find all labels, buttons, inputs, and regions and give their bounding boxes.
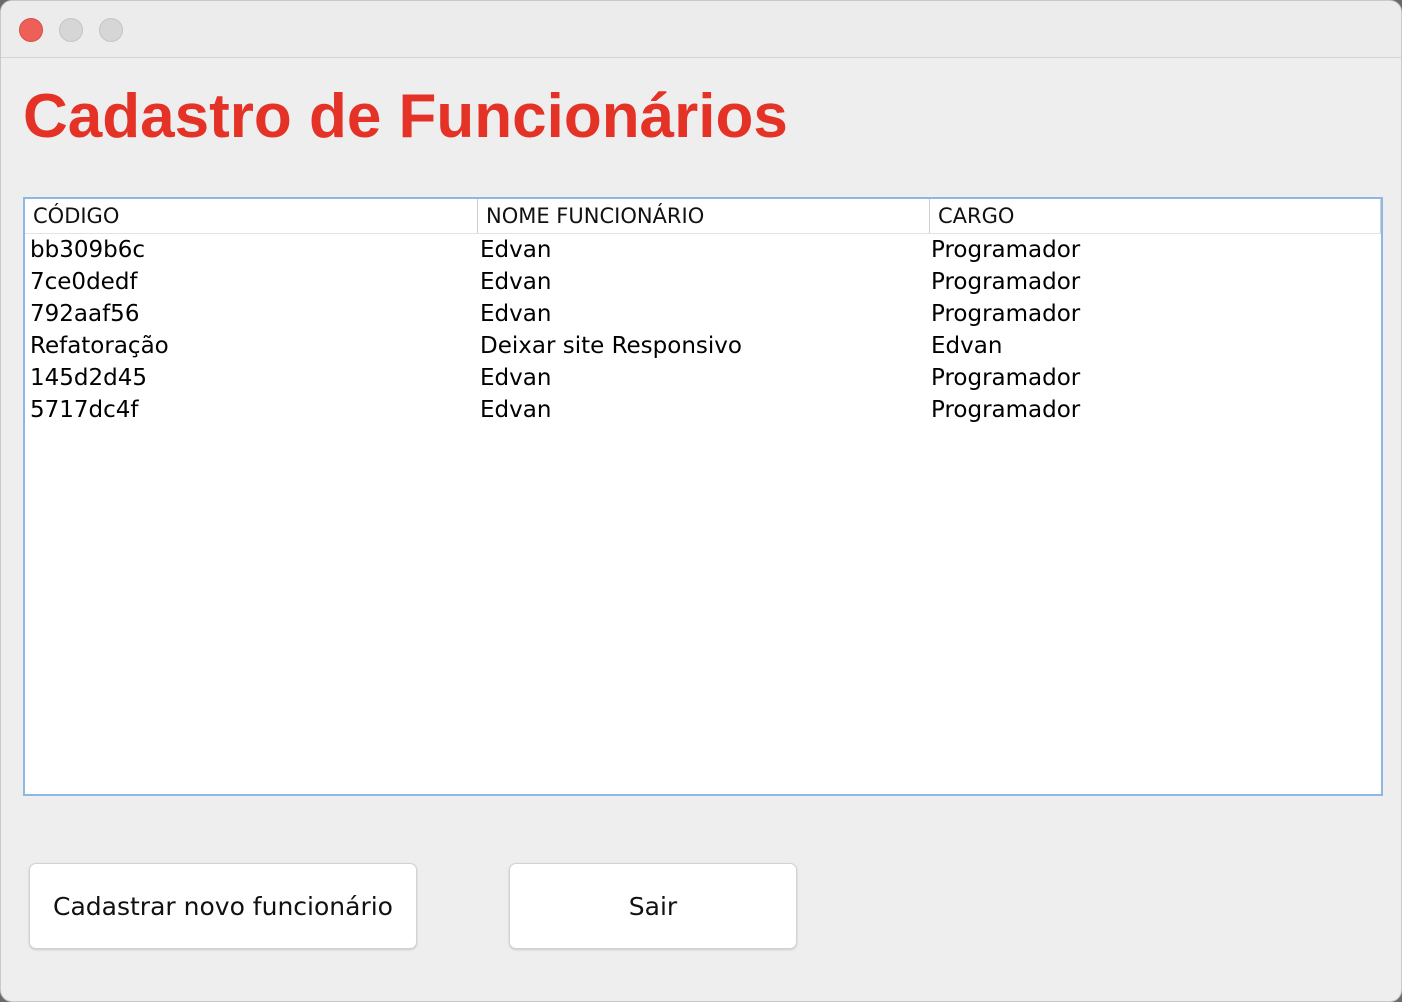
cell-cargo: Programador (931, 237, 1081, 263)
column-header-codigo[interactable]: CÓDIGO (25, 199, 477, 233)
table-row[interactable]: 7ce0dedf Edvan Programador (25, 266, 1381, 298)
table-row[interactable]: 145d2d45 Edvan Programador (25, 362, 1381, 394)
minimize-window-icon[interactable] (59, 18, 83, 42)
cell-nome: Deixar site Responsivo (480, 333, 742, 359)
column-header-cargo[interactable]: CARGO (929, 199, 1381, 233)
add-employee-button[interactable]: Cadastrar novo funcionário (29, 863, 417, 949)
cell-nome: Edvan (480, 301, 552, 327)
cell-cargo: Edvan (931, 333, 1003, 359)
cell-nome: Edvan (480, 237, 552, 263)
close-window-icon[interactable] (19, 18, 43, 42)
column-header-nome-funcionario[interactable]: NOME FUNCIONÁRIO (477, 199, 929, 233)
table-row[interactable]: Refatoração Deixar site Responsivo Edvan (25, 330, 1381, 362)
table-row[interactable]: 5717dc4f Edvan Programador (25, 394, 1381, 426)
cell-codigo: bb309b6c (30, 237, 145, 263)
cell-cargo: Programador (931, 397, 1081, 423)
table-row[interactable]: bb309b6c Edvan Programador (25, 234, 1381, 266)
employees-table[interactable]: CÓDIGO NOME FUNCIONÁRIO CARGO bb309b6c E… (23, 197, 1383, 796)
cell-codigo: 792aaf56 (30, 301, 140, 327)
cell-codigo: Refatoração (30, 333, 169, 359)
table-row[interactable]: 792aaf56 Edvan Programador (25, 298, 1381, 330)
app-window: Cadastro de Funcionários CÓDIGO NOME FUN… (0, 0, 1402, 1002)
title-bar[interactable] (1, 1, 1401, 58)
table-body[interactable]: bb309b6c Edvan Programador 7ce0dedf Edva… (25, 234, 1381, 794)
maximize-window-icon[interactable] (99, 18, 123, 42)
table-header: CÓDIGO NOME FUNCIONÁRIO CARGO (25, 199, 1381, 234)
cell-nome: Edvan (480, 269, 552, 295)
page-title: Cadastro de Funcionários (23, 82, 788, 151)
cell-nome: Edvan (480, 365, 552, 391)
cell-codigo: 145d2d45 (30, 365, 147, 391)
exit-button[interactable]: Sair (509, 863, 797, 949)
cell-cargo: Programador (931, 269, 1081, 295)
cell-nome: Edvan (480, 397, 552, 423)
cell-cargo: Programador (931, 365, 1081, 391)
cell-codigo: 5717dc4f (30, 397, 139, 423)
cell-cargo: Programador (931, 301, 1081, 327)
cell-codigo: 7ce0dedf (30, 269, 138, 295)
